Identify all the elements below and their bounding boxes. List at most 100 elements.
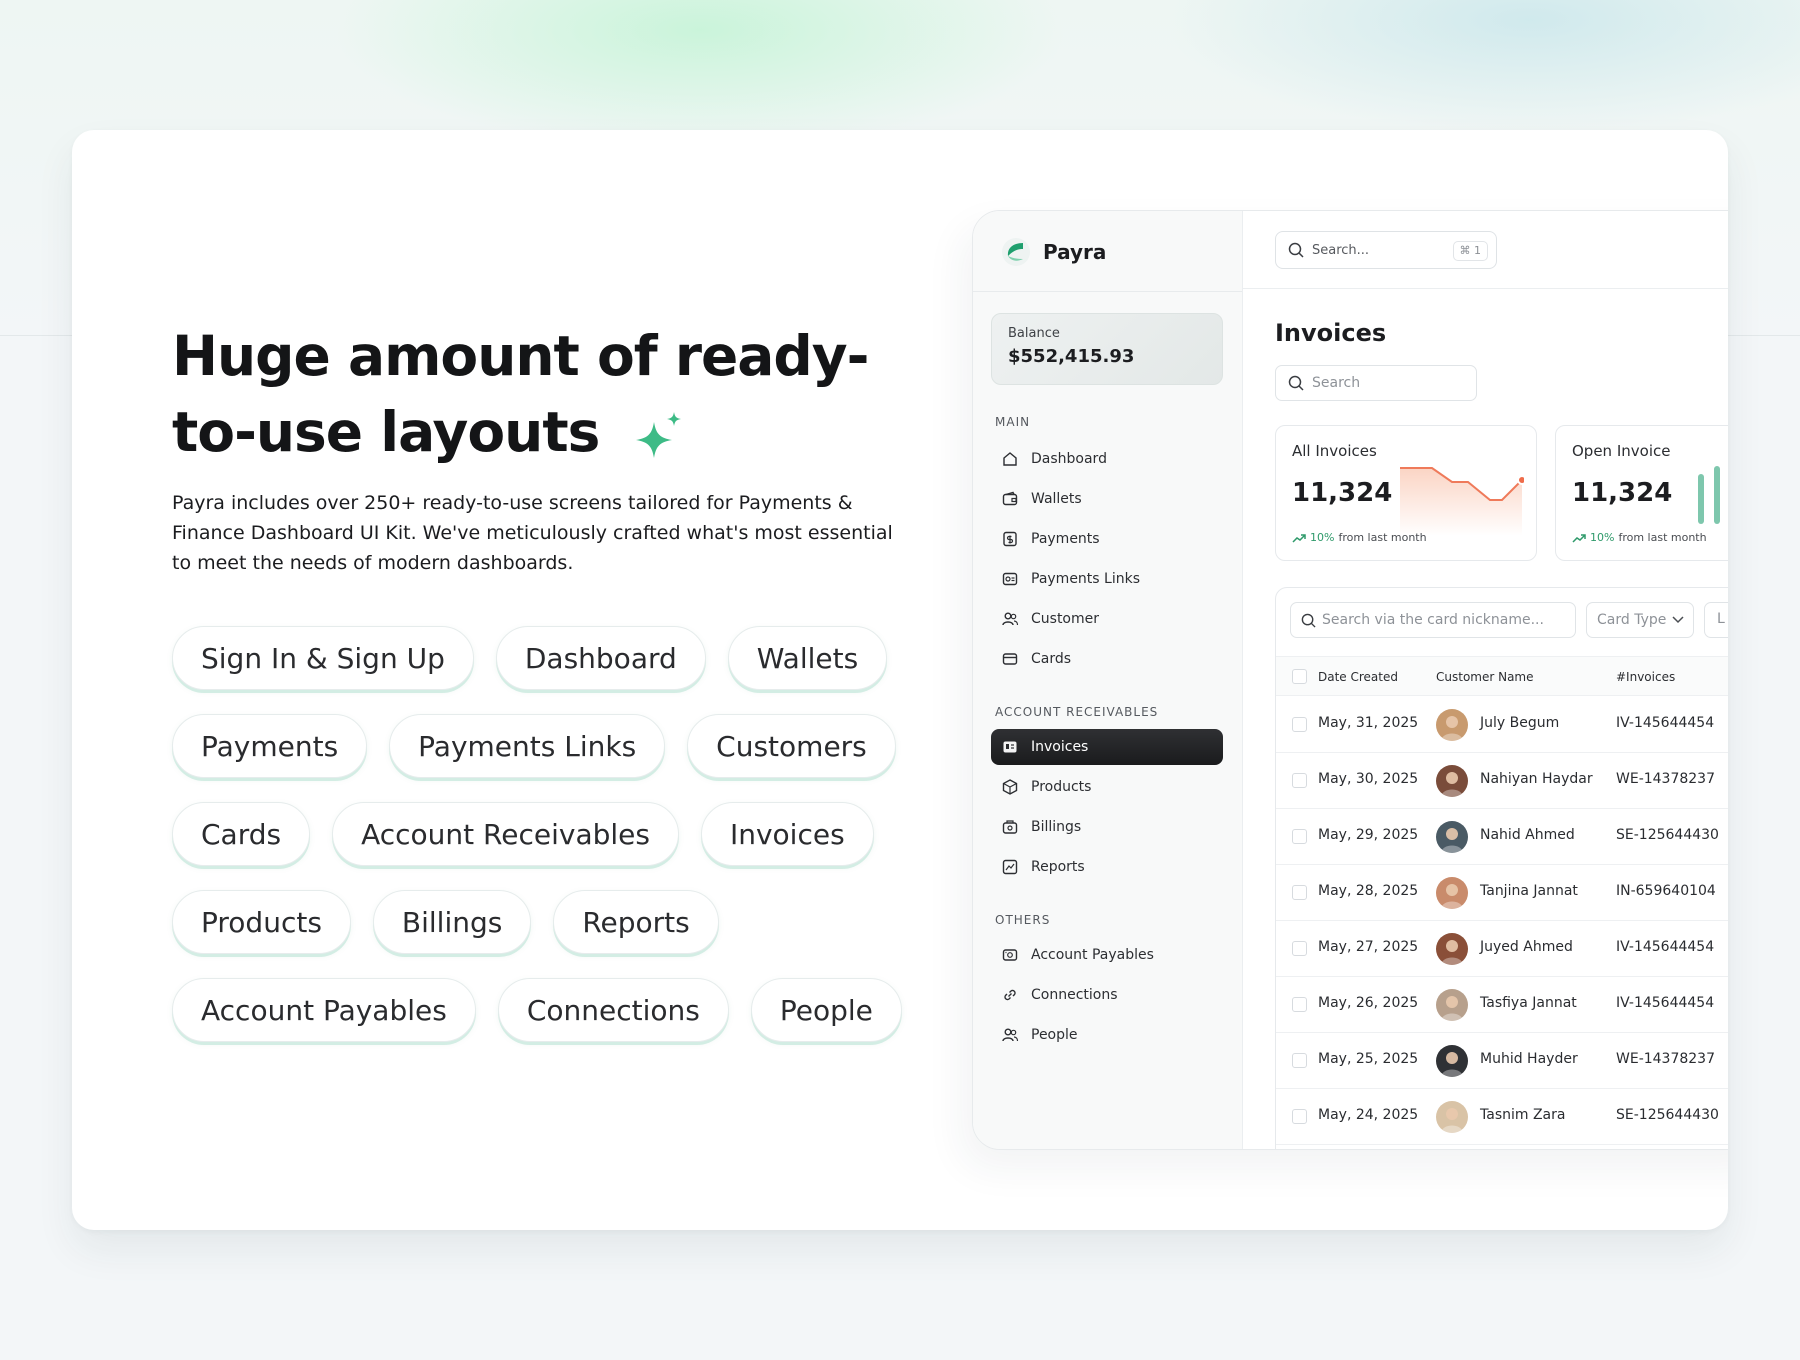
card-nickname-search-placeholder: Search via the card nickname... xyxy=(1322,612,1544,628)
sidebar-item-label: Cards xyxy=(1031,651,1072,667)
home-icon xyxy=(1003,452,1017,466)
card-type-label: Card Type xyxy=(1597,612,1667,628)
headline-line-2: to-use layouts xyxy=(172,400,600,464)
cell-customer-name: Tasnim Zara xyxy=(1480,1107,1566,1123)
table-header: Date Created Customer Name #Invoices xyxy=(1276,656,1728,696)
balance-card[interactable]: Balance $552,415.93 xyxy=(991,313,1223,385)
billing-icon xyxy=(1002,820,1018,834)
sidebar-item-connections[interactable]: Connections xyxy=(991,977,1223,1013)
row-checkbox[interactable] xyxy=(1292,773,1307,788)
table-row[interactable]: May, 26, 2025 Tasfiya Jannat IV-145644454 xyxy=(1276,977,1728,1033)
trend-up-icon xyxy=(1292,533,1306,543)
table-row[interactable]: May, 27, 2025 Juyed Ahmed IV-145644454 xyxy=(1276,921,1728,977)
feature-chip-sign-in-sign-up[interactable]: Sign In & Sign Up xyxy=(172,626,474,690)
cell-customer-name: Juyed Ahmed xyxy=(1480,939,1573,955)
row-checkbox[interactable] xyxy=(1292,941,1307,956)
balance-value: $552,415.93 xyxy=(1008,346,1135,367)
row-checkbox[interactable] xyxy=(1292,997,1307,1012)
trend-percent: 10% xyxy=(1590,531,1615,544)
sidebar-item-invoices[interactable]: Invoices xyxy=(991,729,1223,765)
table-row[interactable]: May, 28, 2025 Tanjina Jannat IN-659640104 xyxy=(1276,865,1728,921)
table-row[interactable]: May, 25, 2025 Muhid Hayder WE-14378237 xyxy=(1276,1033,1728,1089)
feature-chip-payments-links[interactable]: Payments Links xyxy=(389,714,666,778)
column-date-created[interactable]: Date Created xyxy=(1318,670,1398,684)
cell-invoice-id: IV-145644454 xyxy=(1616,995,1715,1011)
table-row[interactable]: May, 24, 2025 Tasnim Zara SE-125644430 xyxy=(1276,1089,1728,1145)
cell-date: May, 25, 2025 xyxy=(1318,1051,1419,1067)
row-checkbox[interactable] xyxy=(1292,717,1307,732)
column-invoices[interactable]: #Invoices xyxy=(1616,670,1675,684)
feature-chip-payments[interactable]: Payments xyxy=(172,714,368,778)
cell-date: May, 24, 2025 xyxy=(1318,1107,1419,1123)
column-customer-name[interactable]: Customer Name xyxy=(1436,670,1534,684)
cell-customer-name: Nahid Ahmed xyxy=(1480,827,1575,843)
cell-date: May, 30, 2025 xyxy=(1318,771,1419,787)
feature-chip-cards[interactable]: Cards xyxy=(172,802,311,866)
feature-chip-wallets[interactable]: Wallets xyxy=(727,626,888,690)
cell-invoice-id: IV-145644454 xyxy=(1616,939,1715,955)
feature-chip-customers[interactable]: Customers xyxy=(687,714,896,778)
cell-date: May, 31, 2025 xyxy=(1318,715,1419,731)
sidebar-item-label: Connections xyxy=(1031,987,1118,1003)
table-row[interactable]: May, 31, 2025 July Begum IV-145644454 xyxy=(1276,697,1728,753)
sidebar-item-account-payables[interactable]: Account Payables xyxy=(991,937,1223,973)
sidebar-item-wallets[interactable]: Wallets xyxy=(991,481,1223,517)
extra-filter-select[interactable]: L xyxy=(1704,602,1728,638)
row-checkbox[interactable] xyxy=(1292,829,1307,844)
sidebar-item-label: Invoices xyxy=(1031,739,1089,755)
link-card-icon xyxy=(1002,572,1018,586)
box-icon xyxy=(1002,779,1018,795)
feature-chip-account-payables[interactable]: Account Payables xyxy=(172,978,476,1042)
sidebar-item-cards[interactable]: Cards xyxy=(991,641,1223,677)
avatar xyxy=(1436,821,1468,853)
sidebar-item-label: Wallets xyxy=(1031,491,1082,507)
sidebar-divider xyxy=(973,291,1242,292)
sidebar-item-label: Reports xyxy=(1031,859,1085,875)
card-nickname-search-input[interactable]: Search via the card nickname... xyxy=(1290,602,1576,638)
sidebar-item-reports[interactable]: Reports xyxy=(991,849,1223,885)
row-checkbox[interactable] xyxy=(1292,1053,1307,1068)
table-row[interactable]: May, 30, 2025 Nahiyan Haydar WE-14378237 xyxy=(1276,753,1728,809)
sidebar-item-dashboard[interactable]: Dashboard xyxy=(991,441,1223,477)
card-type-select[interactable]: Card Type xyxy=(1586,602,1694,638)
global-search-input[interactable]: Search... ⌘ 1 xyxy=(1275,231,1497,269)
trend-text: from last month xyxy=(1338,531,1427,544)
feature-chip-billings[interactable]: Billings xyxy=(372,890,532,954)
stat-card-open-invoice[interactable]: Open Invoice 11,324 10% from last month xyxy=(1555,425,1728,561)
sidebar-item-products[interactable]: Products xyxy=(991,769,1223,805)
sidebar-item-label: Products xyxy=(1031,779,1092,795)
select-all-checkbox[interactable] xyxy=(1292,669,1307,684)
sidebar-item-billings[interactable]: Billings xyxy=(991,809,1223,845)
sidebar-item-customer[interactable]: Customer xyxy=(991,601,1223,637)
sidebar-item-payments[interactable]: Payments xyxy=(991,521,1223,557)
sidebar-item-people[interactable]: People xyxy=(991,1017,1223,1053)
feature-card: Huge amount of ready- to-use layouts Pay… xyxy=(72,130,1728,1230)
bar-sparkline-chart xyxy=(1698,466,1720,524)
section-title-others: OTHERS xyxy=(995,913,1051,927)
brand-name: Payra xyxy=(1043,240,1107,264)
cell-invoice-id: WE-14378237 xyxy=(1616,1051,1715,1067)
avatar xyxy=(1436,765,1468,797)
feature-chip-invoices[interactable]: Invoices xyxy=(700,802,874,866)
feature-chip-products[interactable]: Products xyxy=(172,890,351,954)
invoices-table: Search via the card nickname... Card Typ… xyxy=(1275,587,1728,1149)
feature-chip-connections[interactable]: Connections xyxy=(497,978,729,1042)
section-title-main: MAIN xyxy=(995,415,1031,429)
sidebar-item-label: People xyxy=(1031,1027,1078,1043)
headline-line-1: Huge amount of ready- xyxy=(172,324,869,388)
cell-customer-name: July Begum xyxy=(1480,715,1560,731)
sidebar-item-label: Customer xyxy=(1031,611,1100,627)
sidebar-item-payments-links[interactable]: Payments Links xyxy=(991,561,1223,597)
page-search-input[interactable]: Search xyxy=(1275,365,1477,401)
feature-chip-dashboard[interactable]: Dashboard xyxy=(495,626,706,690)
cell-date: May, 27, 2025 xyxy=(1318,939,1419,955)
stat-card-all-invoices[interactable]: All Invoices 11,324 10% from last month xyxy=(1275,425,1537,561)
feature-chip-reports[interactable]: Reports xyxy=(553,890,719,954)
row-checkbox[interactable] xyxy=(1292,885,1307,900)
row-checkbox[interactable] xyxy=(1292,1109,1307,1124)
table-row[interactable]: May, 29, 2025 Nahid Ahmed SE-125644430 xyxy=(1276,809,1728,865)
feature-chip-people[interactable]: People xyxy=(750,978,902,1042)
feature-chip-account-receivables[interactable]: Account Receivables xyxy=(332,802,679,866)
cell-invoice-id: SE-125644430 xyxy=(1616,1107,1719,1123)
brand-logo[interactable]: Payra xyxy=(1001,237,1106,267)
